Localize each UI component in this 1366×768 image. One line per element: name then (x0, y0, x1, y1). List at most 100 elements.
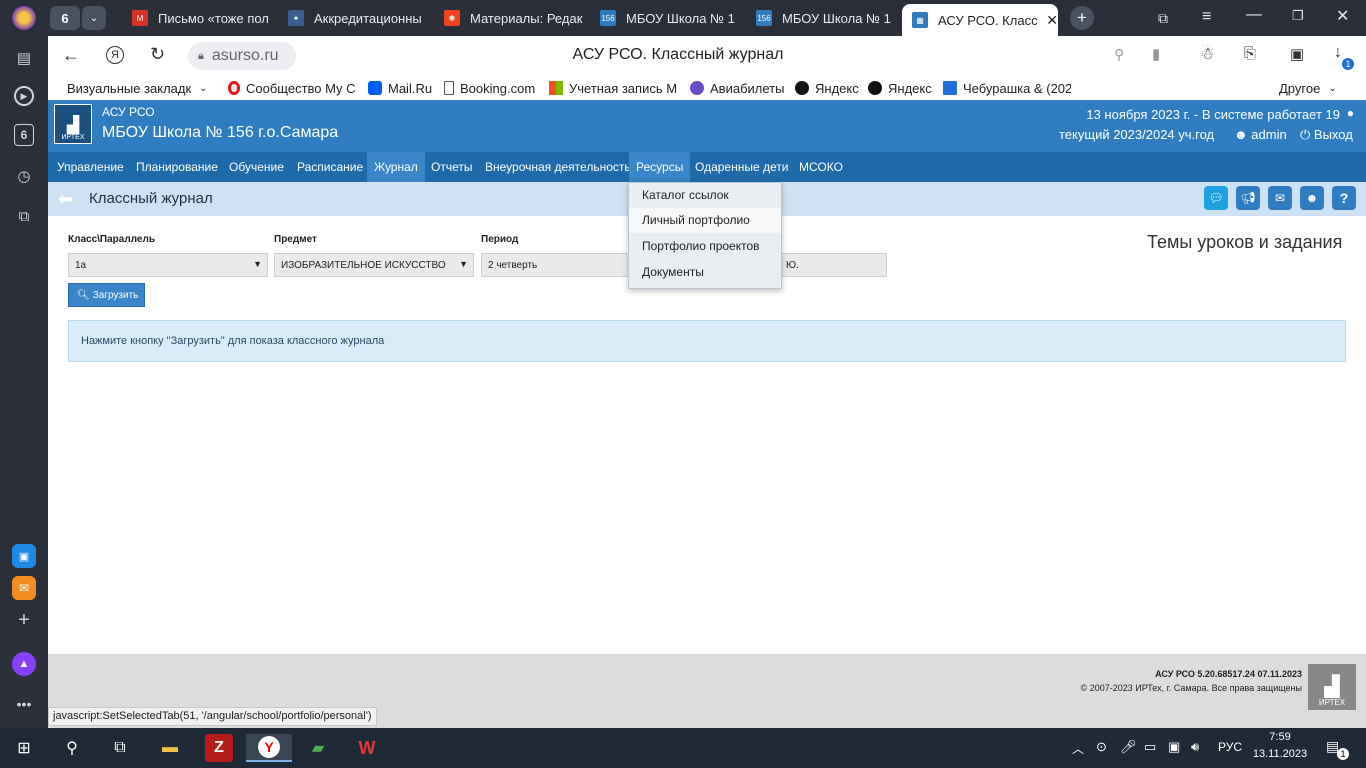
topics-link[interactable]: Темы уроков и задания (1147, 232, 1342, 253)
nav-item[interactable]: Одаренные дети (688, 152, 795, 182)
menu-icon[interactable]: ≡ (1202, 8, 1211, 26)
help-icon[interactable]: ? (1332, 186, 1356, 210)
extension-icon[interactable]: ☃ (1200, 44, 1214, 64)
file-explorer-icon[interactable]: ▬ (156, 734, 184, 762)
period-select[interactable]: 2 четверть (481, 253, 631, 277)
nav-item[interactable]: Обучение (222, 152, 291, 182)
new-tab-icon[interactable]: + (1070, 6, 1094, 30)
announcement-icon[interactable]: 📢︎ (1236, 186, 1260, 210)
clock-time[interactable]: 7:59 (1254, 731, 1306, 743)
microphone-icon[interactable]: 🎤︎ (1120, 739, 1137, 755)
search-icon[interactable]: ⚲ (58, 734, 86, 762)
nav-item[interactable]: Отчеты (424, 152, 479, 182)
window-close-icon[interactable]: ✕ (1336, 6, 1349, 26)
bookmark-item[interactable]: Mail.Ru (368, 76, 432, 100)
clock-date[interactable]: 13.11.2023 (1250, 748, 1310, 760)
dropdown-item-hover[interactable]: Личный портфолио (629, 208, 781, 233)
tab-count[interactable]: 6 (50, 6, 80, 30)
minimize-icon[interactable]: — (1246, 6, 1262, 24)
class-select[interactable]: 1а ▼ (68, 253, 268, 277)
url-field[interactable]: 🔒︎ asurso.ru (188, 42, 296, 70)
dropdown-item[interactable]: Каталог ссылок (629, 183, 781, 208)
translate-icon[interactable]: ▣ (1290, 45, 1304, 63)
back-arrow-icon[interactable]: ⬅ (58, 189, 73, 210)
meet-app-icon[interactable]: ▣ (12, 544, 36, 568)
user-link[interactable]: ☻ admin (1234, 127, 1287, 142)
nav-item[interactable]: Управление (50, 152, 131, 182)
volume-icon[interactable]: 🔊︎ (1191, 739, 1199, 755)
chevron-down-icon: ⌄ (1328, 82, 1337, 94)
clipboard-icon[interactable]: ⎘ (1244, 45, 1256, 62)
nav-item-active[interactable]: Журнал (367, 152, 425, 182)
filezilla-icon[interactable]: Z (205, 734, 233, 762)
yandex-browser-icon[interactable]: Y (246, 734, 292, 762)
teacher-select[interactable]: Ю. (780, 253, 887, 277)
browser-sidebar: ▤ ▶ 6 ◷ ⧉ ▣ ✉ + ▲ ••• (0, 0, 48, 728)
alice-icon[interactable]: ▲ (12, 652, 36, 676)
yandex-bookmark-icon (795, 81, 809, 95)
more-icon[interactable]: ••• (12, 692, 36, 716)
load-button[interactable]: 🔍︎ Загрузить (68, 283, 145, 307)
bookmark-item[interactable]: Booking.com (444, 76, 535, 100)
add-app-icon[interactable]: + (12, 608, 36, 632)
nav-item-resources[interactable]: Ресурсы (629, 152, 691, 182)
task-view-icon[interactable]: ⧉ (106, 734, 134, 762)
browser-tab[interactable]: M Письмо «тоже пол (132, 4, 280, 32)
screenshot-icon[interactable]: ⧉ (12, 204, 36, 228)
bookmark-icon[interactable]: ▮ (1152, 45, 1160, 63)
close-icon[interactable]: ✕ (1046, 12, 1058, 29)
bookmarks-other[interactable]: Другое ⌄ (1279, 76, 1337, 100)
bookmark-item[interactable]: Визуальные закладк ⌄ (67, 76, 208, 100)
search-icon[interactable]: ⚲ (1114, 46, 1124, 63)
subject-select[interactable]: ИЗОБРАЗИТЕЛЬНОЕ ИСКУССТВО ▼ (274, 253, 474, 277)
footer-version: АСУ РСО 5.20.68517.24 07.11.2023 (1155, 669, 1302, 679)
nav-item[interactable]: Расписание (290, 152, 370, 182)
browser-tab[interactable]: ✦ Аккредитационны (288, 4, 438, 32)
nav-item[interactable]: МСОКО (792, 152, 850, 182)
back-icon[interactable]: ← (62, 45, 80, 66)
bookmark-item[interactable]: Учетная запись M (549, 76, 677, 100)
users-icon[interactable]: ☻ (1300, 186, 1324, 210)
network-icon[interactable]: ▣ (1168, 739, 1180, 755)
tabs-panel-icon[interactable]: ⧉ (1158, 10, 1168, 27)
chevron-up-icon[interactable]: ︿ (1072, 740, 1084, 757)
language-indicator[interactable]: РУС (1218, 740, 1242, 754)
nav-item[interactable]: Внеурочная деятельность (478, 152, 638, 182)
bookmark-item[interactable]: Чебурашка & (202 (943, 76, 1071, 100)
profile-avatar[interactable] (12, 6, 36, 30)
history-icon[interactable]: ◷ (12, 164, 36, 188)
chevron-down-icon[interactable]: ⌄ (82, 6, 106, 30)
wps-icon[interactable]: W (353, 734, 381, 762)
nav-item[interactable]: Планирование (129, 152, 225, 182)
irtech-logo[interactable]: ▟ ИРТЕХ (54, 104, 92, 144)
browser-tab[interactable]: 156 МБОУ Школа № 1 (600, 4, 748, 32)
yandex-icon[interactable]: Я (106, 46, 124, 64)
site-header: ▟ ИРТЕХ АСУ РСО МБОУ Школа № 156 г.о.Сам… (48, 100, 1366, 152)
book-app-icon[interactable]: ▰ (304, 734, 332, 762)
play-icon[interactable]: ▶ (14, 86, 34, 106)
mail-icon[interactable]: ✉ (1268, 186, 1292, 210)
dropdown-item[interactable]: Документы (629, 260, 781, 285)
battery-icon[interactable]: ▭ (1144, 739, 1156, 755)
school-name: МБОУ Школа № 156 г.о.Самара (102, 124, 339, 141)
mail-app-icon[interactable]: ✉ (12, 576, 36, 600)
restore-icon[interactable]: ❐ (1292, 8, 1304, 24)
year-info[interactable]: текущий 2023/2024 уч.год (1059, 127, 1214, 142)
logout-link[interactable]: ⏻ Выход (1300, 127, 1353, 143)
browser-tab[interactable]: ✱ Материалы: Редак (444, 4, 592, 32)
chat-icon[interactable]: 💬︎ (1204, 186, 1228, 210)
tray-icon[interactable]: ⊙ (1096, 739, 1107, 755)
bookmark-item[interactable]: Яндекс (868, 76, 932, 100)
browser-tab[interactable]: 156 МБОУ Школа № 1 (756, 4, 904, 32)
subject-label: Предмет (274, 234, 317, 245)
dropdown-item[interactable]: Портфолио проектов (629, 234, 781, 259)
downloads-icon[interactable]: ↓ (1334, 44, 1342, 62)
reload-icon[interactable]: ↻ (150, 44, 165, 65)
sidebar-counter-badge[interactable]: 6 (14, 124, 34, 146)
collections-icon[interactable]: ▤ (12, 46, 36, 70)
bookmark-item[interactable]: Сообщество My C (228, 76, 355, 100)
bookmark-item[interactable]: Авиабилеты (690, 76, 784, 100)
browser-tab-active[interactable]: ▦ АСУ РСО. Класс ✕ (902, 4, 1058, 36)
windows-start-icon[interactable]: ⊞ (10, 734, 38, 762)
bookmark-item[interactable]: Яндекс (795, 76, 859, 100)
